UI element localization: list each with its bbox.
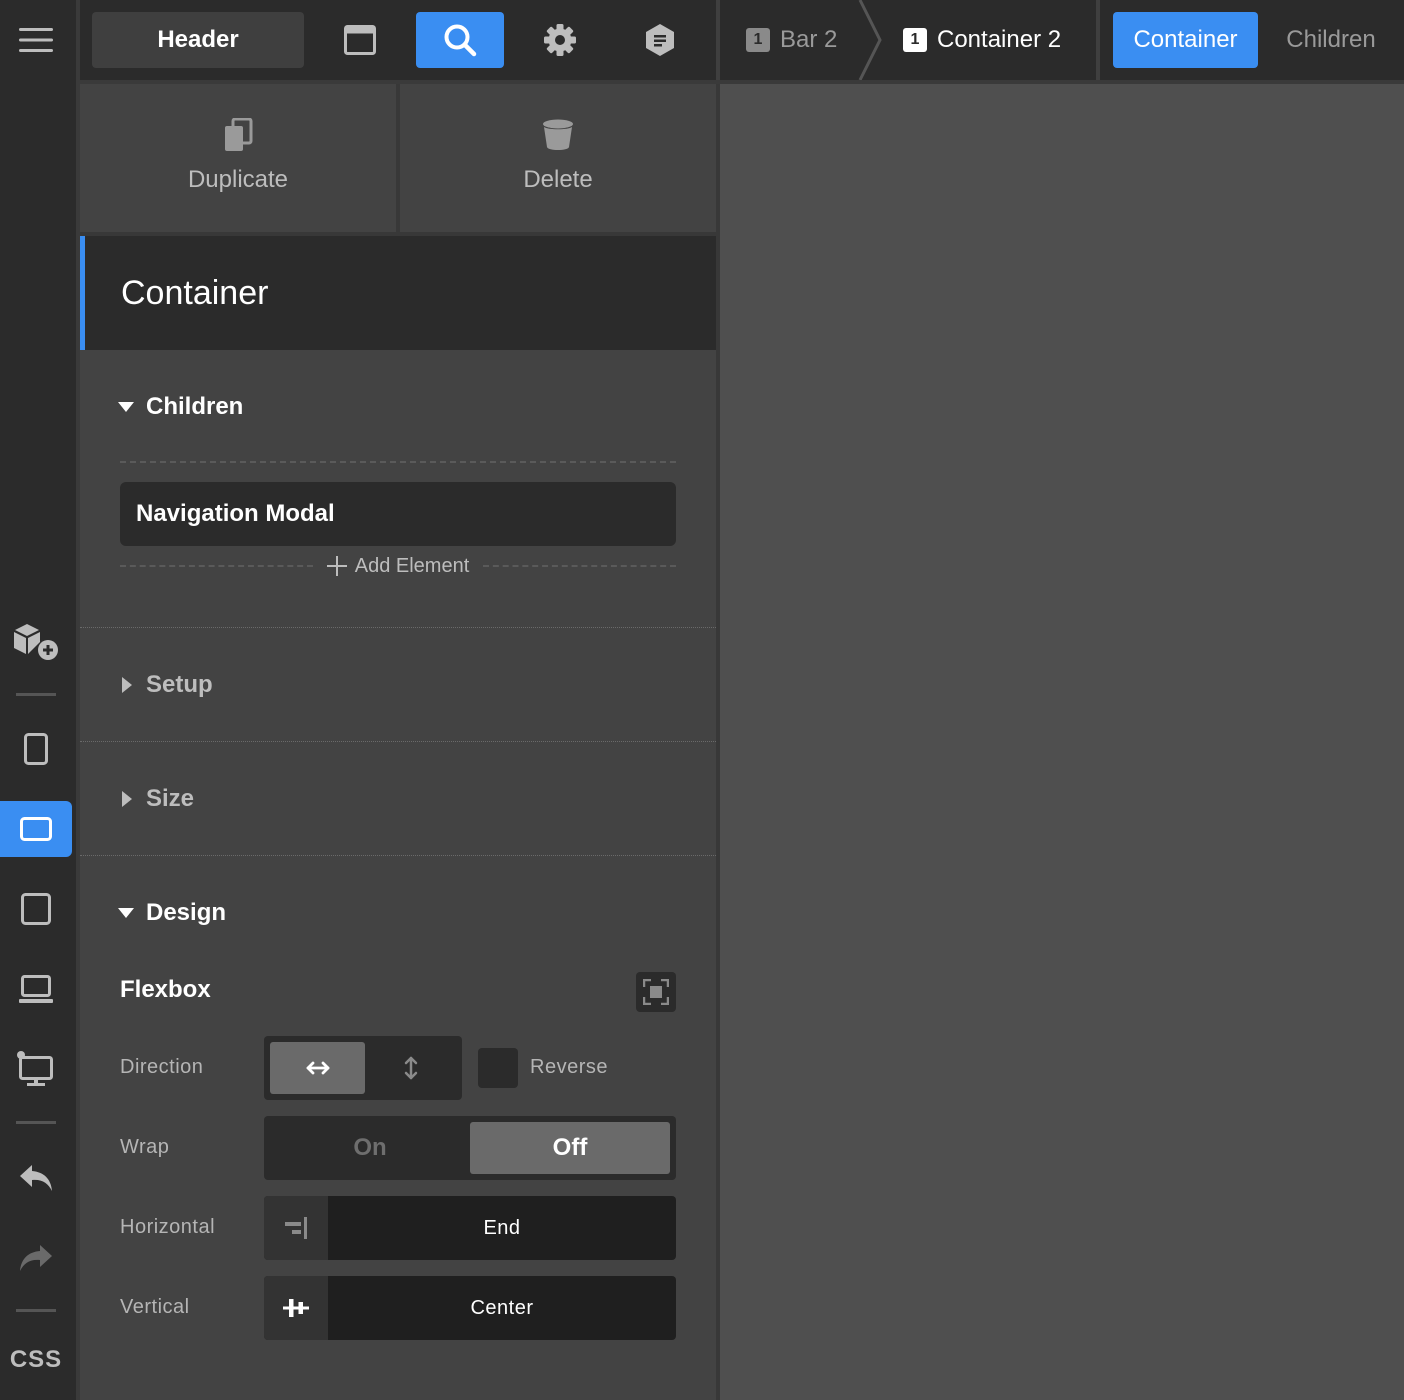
section-divider: [80, 855, 716, 856]
breadcrumb-item[interactable]: 1 Container 2: [903, 0, 1061, 80]
add-element-button[interactable]: Add Element: [326, 554, 470, 578]
arrows-horizontal-icon: [305, 1061, 331, 1075]
align-center-icon: [264, 1276, 328, 1340]
section-divider: [80, 741, 716, 742]
dashed-line: [483, 565, 677, 567]
direction-horizontal-button[interactable]: [270, 1042, 365, 1094]
menu-icon[interactable]: [0, 12, 72, 68]
redo-icon[interactable]: [0, 1230, 72, 1286]
focus-frame-icon: [643, 979, 669, 1005]
direction-vertical-button[interactable]: [365, 1042, 456, 1094]
wrap-label: Wrap: [120, 1136, 170, 1158]
section-title: Size: [146, 785, 195, 812]
reverse-checkbox[interactable]: [478, 1048, 518, 1088]
search-button[interactable]: [416, 12, 504, 68]
rail-divider: [16, 1309, 56, 1312]
children-divider: [120, 461, 676, 463]
breadcrumb-item[interactable]: 1 Bar 2: [746, 0, 837, 80]
caret-down-icon: [118, 401, 134, 413]
gear-icon[interactable]: [516, 12, 604, 68]
phone-icon[interactable]: [0, 721, 72, 777]
section-title: Setup: [146, 671, 213, 698]
add-element-row: Add Element: [120, 552, 677, 580]
breadcrumb-label: Container 2: [937, 26, 1062, 53]
caret-down-icon: [118, 907, 134, 919]
add-element-label: Add Element: [354, 554, 470, 577]
duplicate-label: Duplicate: [187, 166, 289, 193]
section-design-header[interactable]: Design: [118, 898, 226, 928]
plus-icon: [326, 556, 347, 576]
toolbar-divider: [716, 0, 720, 80]
css-button[interactable]: CSS: [0, 1346, 72, 1374]
window-icon[interactable]: [316, 12, 404, 68]
direction-label: Direction: [120, 1056, 204, 1078]
align-end-icon: [264, 1196, 328, 1260]
laptop-icon[interactable]: [0, 961, 72, 1017]
horizontal-value: End: [483, 1216, 521, 1239]
breadcrumb-label: Bar 2: [780, 26, 838, 53]
header-button[interactable]: Header: [92, 12, 304, 68]
horizontal-select[interactable]: End: [264, 1196, 676, 1260]
child-item[interactable]: Navigation Modal: [120, 482, 676, 546]
section-title: Children: [146, 393, 244, 420]
vertical-value: Center: [470, 1296, 534, 1319]
wrap-on-button[interactable]: On: [270, 1122, 470, 1174]
vertical-select[interactable]: Center: [264, 1276, 676, 1340]
panel-border: [716, 84, 720, 1400]
toolbar-divider: [1096, 0, 1100, 80]
tablet-landscape-icon[interactable]: [0, 801, 72, 857]
section-setup-header[interactable]: Setup: [118, 670, 213, 700]
caret-right-icon: [118, 791, 134, 807]
flexbox-title: Flexbox: [120, 976, 211, 1003]
breadcrumb-number: 1: [746, 28, 770, 52]
wrap-off-button[interactable]: Off: [470, 1122, 670, 1174]
reverse-label: Reverse: [530, 1056, 608, 1078]
section-children-header[interactable]: Children: [118, 392, 243, 422]
tab-children[interactable]: Children: [1270, 12, 1392, 68]
tab-container[interactable]: Container: [1113, 12, 1258, 68]
action-divider: [396, 84, 400, 232]
duplicate-button[interactable]: Duplicate: [80, 84, 396, 232]
add-element-icon[interactable]: [0, 614, 72, 670]
flexbox-focus-button[interactable]: [636, 972, 676, 1012]
tablet-icon[interactable]: [0, 881, 72, 937]
duplicate-icon: [223, 118, 253, 152]
section-title: Design: [146, 899, 227, 926]
delete-label: Delete: [523, 166, 593, 193]
section-size-header[interactable]: Size: [118, 784, 194, 814]
undo-icon[interactable]: [0, 1150, 72, 1206]
left-rail: CSS: [0, 0, 76, 1400]
rail-divider: [16, 693, 56, 696]
vertical-label: Vertical: [120, 1296, 190, 1318]
arrows-vertical-icon: [404, 1055, 418, 1081]
rail-divider: [16, 1121, 56, 1124]
breadcrumb-chevron-icon: [858, 0, 882, 80]
desktop-icon[interactable]: [0, 1041, 72, 1097]
breadcrumb-number: 1: [903, 28, 927, 52]
section-divider: [80, 627, 716, 628]
horizontal-label: Horizontal: [120, 1216, 216, 1238]
search-icon: [443, 23, 477, 57]
element-title: Container: [80, 236, 716, 350]
notes-icon[interactable]: [616, 12, 704, 68]
trash-icon: [542, 118, 574, 152]
delete-button[interactable]: Delete: [400, 84, 716, 232]
dashed-line: [120, 565, 313, 567]
caret-right-icon: [118, 677, 134, 693]
